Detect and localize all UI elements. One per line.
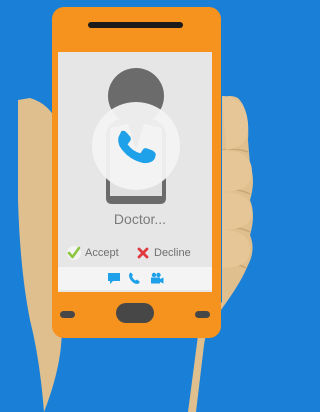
phone-left-button: [60, 311, 75, 318]
phone-right-button: [195, 311, 210, 318]
caller-name: Doctor...: [113, 211, 167, 227]
video-camera-icon[interactable]: [150, 272, 164, 285]
chat-bubble-icon[interactable]: [107, 272, 121, 285]
phone-home-button: [116, 303, 154, 323]
accept-button[interactable]: Accept: [67, 245, 119, 261]
hand-holding-phone-illustration: [18, 7, 253, 412]
page: { "call": { "caller_name": "Doctor...", …: [0, 0, 262, 412]
hand-fingers: [222, 96, 252, 268]
x-icon: [136, 246, 150, 260]
call-options-bar: [58, 267, 212, 290]
accept-label: Accept: [85, 247, 119, 259]
decline-button[interactable]: Decline: [136, 245, 191, 261]
incoming-call-circle: [92, 102, 180, 190]
phone-icon[interactable]: [128, 272, 142, 285]
phone-speaker: [88, 22, 183, 28]
check-icon: [67, 246, 81, 260]
decline-label: Decline: [154, 247, 191, 259]
